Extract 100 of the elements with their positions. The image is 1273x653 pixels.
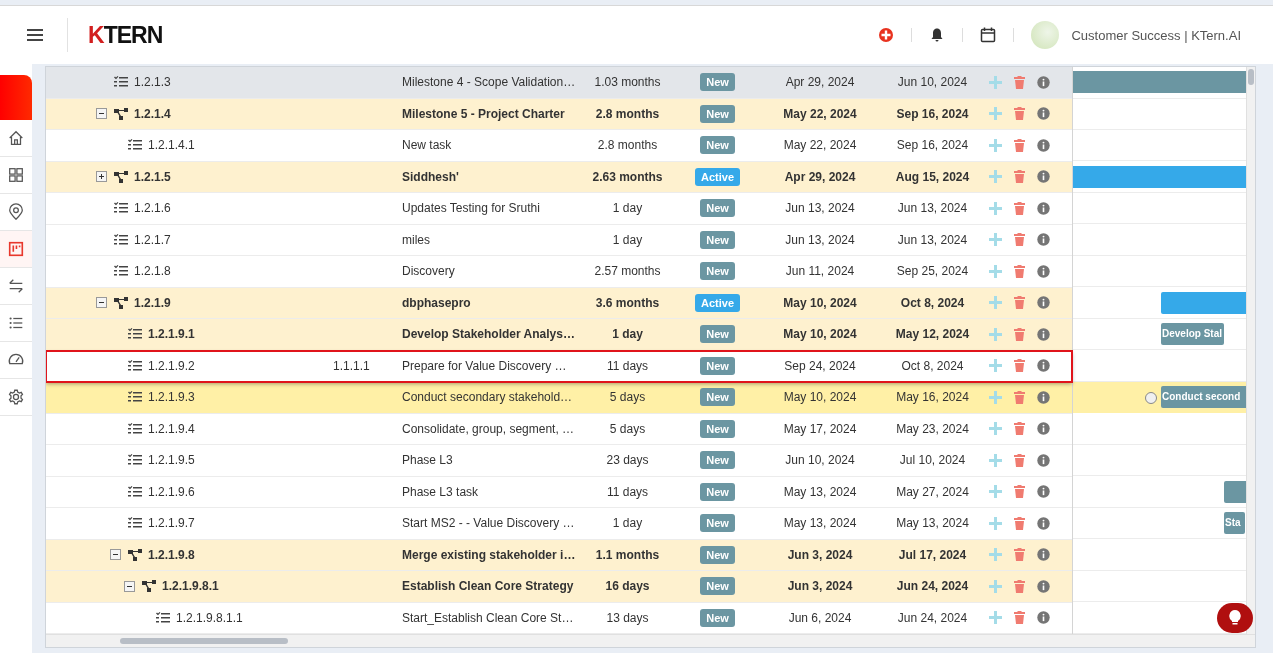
- calendar-icon[interactable]: [980, 27, 997, 43]
- duration: 2.63 months: [592, 169, 663, 184]
- collapse-toggle[interactable]: [124, 580, 135, 592]
- collapse-toggle[interactable]: [96, 108, 107, 120]
- wbs-id: 1.2.1.5: [134, 169, 171, 184]
- expand-toggle[interactable]: [96, 171, 107, 183]
- info-icon[interactable]: [1037, 201, 1050, 215]
- task-row[interactable]: 1.2.1.9.2 1.1.1.1 Prepare for Value Discovery … 11 days New Sep 24, 2024 Oct 8, 2024: [46, 350, 1072, 382]
- info-icon[interactable]: [1037, 453, 1050, 467]
- start-date: Apr 29, 2024: [784, 169, 856, 184]
- end-date: Aug 15, 2024: [895, 169, 970, 184]
- status-badge: Active: [695, 167, 740, 186]
- grid-icon: [7, 166, 25, 184]
- add-circle-icon[interactable]: [878, 27, 895, 43]
- task-row[interactable]: 1.2.1.9.1 Develop Stakeholder Analys… 1 day New May 10, 2024 May 12, 2024: [46, 319, 1072, 351]
- add-icon[interactable]: [989, 201, 1002, 215]
- delete-icon[interactable]: [1013, 422, 1026, 436]
- info-icon[interactable]: [1037, 107, 1050, 121]
- vertical-scrollbar[interactable]: [1246, 67, 1255, 634]
- task-row[interactable]: 1.2.1.5 Siddhesh' 2.63 months Active Apr 29, 2024 Aug 15, 2024: [46, 161, 1072, 193]
- delete-icon[interactable]: [1013, 485, 1026, 499]
- delete-icon[interactable]: [1013, 359, 1026, 373]
- menu-icon[interactable]: [27, 28, 43, 42]
- info-icon[interactable]: [1037, 359, 1050, 373]
- wbs-id: 1.2.1.9.7: [148, 516, 195, 531]
- info-icon[interactable]: [1037, 485, 1050, 499]
- horizontal-scrollbar[interactable]: [46, 634, 1255, 647]
- start-date: Jun 10, 2024: [785, 453, 855, 468]
- info-icon[interactable]: [1037, 611, 1050, 625]
- task-name: Start_Establish Clean Core St…: [402, 610, 574, 625]
- info-icon[interactable]: [1037, 327, 1050, 341]
- task-name: Milestone 4 - Scope Validation…: [402, 75, 576, 90]
- swap-arrows-icon: [7, 277, 25, 295]
- duration: 1 day: [612, 232, 643, 247]
- status-badge: New: [700, 262, 735, 281]
- status-badge: Active: [695, 293, 740, 312]
- add-icon[interactable]: [989, 233, 1002, 247]
- end-date: May 23, 2024: [896, 421, 969, 436]
- delete-icon[interactable]: [1013, 75, 1026, 89]
- info-icon[interactable]: [1037, 548, 1050, 562]
- sidebar-highlight: [0, 75, 32, 120]
- delete-icon[interactable]: [1013, 296, 1026, 310]
- info-icon[interactable]: [1037, 264, 1050, 278]
- delete-icon[interactable]: [1013, 390, 1026, 404]
- add-icon[interactable]: [989, 516, 1002, 530]
- add-icon[interactable]: [989, 264, 1002, 278]
- collapse-toggle[interactable]: [96, 297, 107, 309]
- add-icon[interactable]: [989, 485, 1002, 499]
- delete-icon[interactable]: [1013, 516, 1026, 530]
- delete-icon[interactable]: [1013, 170, 1026, 184]
- info-icon[interactable]: [1037, 579, 1050, 593]
- info-icon[interactable]: [1037, 75, 1050, 89]
- add-icon[interactable]: [989, 359, 1002, 373]
- info-icon[interactable]: [1037, 390, 1050, 404]
- delete-icon[interactable]: [1013, 264, 1026, 278]
- add-icon[interactable]: [989, 422, 1002, 436]
- delete-icon[interactable]: [1013, 107, 1026, 121]
- wbs-id: 1.2.1.9.8.1: [162, 579, 219, 594]
- delete-icon[interactable]: [1013, 233, 1026, 247]
- delete-icon[interactable]: [1013, 548, 1026, 562]
- sidebar-item[interactable]: [0, 231, 32, 268]
- collapse-toggle[interactable]: [110, 549, 121, 561]
- status-badge: New: [700, 104, 735, 123]
- start-date: May 10, 2024: [783, 390, 857, 405]
- user-name[interactable]: Customer Success | KTern.AI: [1071, 27, 1241, 43]
- duration: 13 days: [606, 610, 649, 625]
- checklist-icon: [128, 328, 142, 341]
- checklist-icon: [114, 76, 128, 89]
- wbs-id: 1.2.1.4.1: [148, 138, 195, 153]
- delete-icon[interactable]: [1013, 611, 1026, 625]
- info-icon[interactable]: [1037, 138, 1050, 152]
- end-date: Oct 8, 2024: [900, 295, 965, 310]
- task-row[interactable]: 1.2.1.4 Milestone 5 - Project Charter 2.8 months New May 22, 2024 Sep 16, 2024: [46, 98, 1072, 130]
- start-date: May 10, 2024: [783, 295, 857, 310]
- task-row[interactable]: 1.2.1.9 dbphasepro 3.6 months Active May 10, 2024 Oct 8, 2024: [46, 287, 1072, 319]
- delete-icon[interactable]: [1013, 138, 1026, 152]
- delete-icon[interactable]: [1013, 201, 1026, 215]
- delete-icon[interactable]: [1013, 327, 1026, 341]
- connector-handle[interactable]: [1145, 392, 1157, 404]
- info-icon[interactable]: [1037, 233, 1050, 247]
- location-pin-icon: [7, 203, 25, 221]
- delete-icon[interactable]: [1013, 453, 1026, 467]
- add-icon[interactable]: [989, 453, 1002, 467]
- start-date: Jun 11, 2024: [785, 264, 855, 279]
- delete-icon[interactable]: [1013, 579, 1026, 593]
- add-icon[interactable]: [989, 138, 1002, 152]
- task-row[interactable]: 1.2.1.9.3 Conduct secondary stakehold… 5 days New May 10, 2024 May 16, 2024: [46, 382, 1072, 414]
- hierarchy-icon: [114, 107, 128, 120]
- info-icon[interactable]: [1037, 170, 1050, 184]
- task-row[interactable]: 1.2.1.9.8.1 Establish Clean Core Strategy 16 days New Jun 3, 2024 Jun 24, 2024: [46, 571, 1072, 603]
- end-date: Jun 13, 2024: [897, 232, 968, 247]
- status-badge: New: [700, 608, 735, 627]
- start-date: Apr 29, 2024: [785, 75, 855, 90]
- duration: 11 days: [606, 484, 649, 499]
- add-icon[interactable]: [989, 611, 1002, 625]
- info-icon[interactable]: [1037, 296, 1050, 310]
- info-icon[interactable]: [1037, 516, 1050, 530]
- task-row[interactable]: 1.2.1.3 Milestone 4 - Scope Validation… 1.03 months New Apr 29, 2024 Jun 10, 2024: [46, 67, 1072, 99]
- info-icon[interactable]: [1037, 422, 1050, 436]
- task-row[interactable]: 1.2.1.9.8 Merge existing stakeholder i… 1.1 months New Jun 3, 2024 Jul 17, 2024: [46, 539, 1072, 571]
